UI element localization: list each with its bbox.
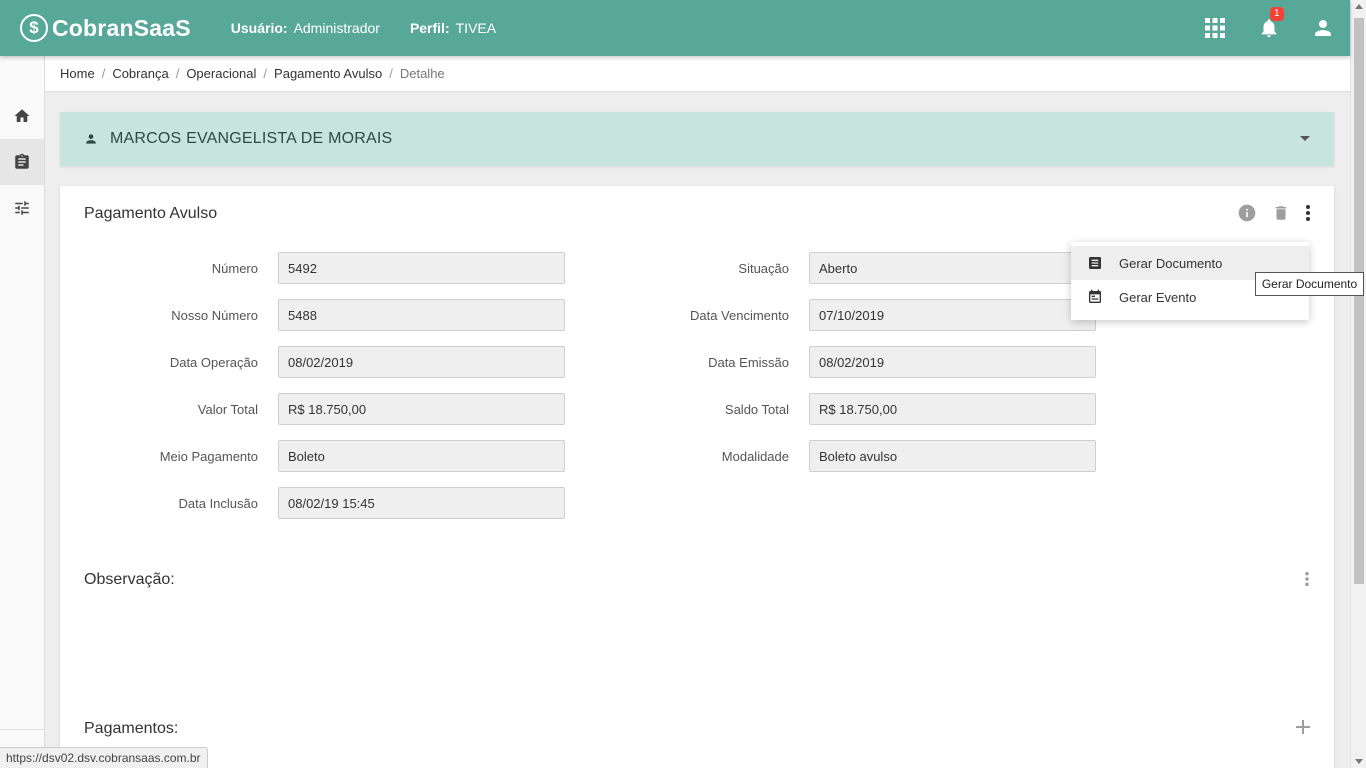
plus-icon [1296, 720, 1310, 734]
caret-down-icon[interactable] [1300, 136, 1310, 141]
field-modalidade: Modalidade Boleto avulso [587, 440, 1096, 472]
observacao-title: Observação: [84, 571, 175, 588]
sidebar-item-cobranca[interactable] [0, 139, 44, 185]
more-vert-icon [1306, 205, 1310, 221]
breadcrumb-detalhe: Detalhe [399, 66, 445, 81]
breadcrumb-separator: / [389, 66, 393, 81]
add-pagamento-button[interactable] [1296, 720, 1310, 739]
data-emissao-input[interactable]: 08/02/2019 [809, 346, 1096, 378]
field-data-vencimento: Data Vencimento 07/10/2019 [587, 299, 1096, 331]
field-valor-total: Valor Total R$ 18.750,00 [60, 393, 565, 425]
scroll-up-arrow-icon[interactable] [1355, 4, 1363, 9]
field-label: Meio Pagamento [159, 448, 258, 464]
field-label: Valor Total [197, 401, 258, 417]
more-vert-icon [1305, 571, 1309, 587]
profile-value: TIVEA [455, 20, 497, 36]
valor-total-input[interactable]: R$ 18.750,00 [278, 393, 565, 425]
field-data-emissao: Data Emissão 08/02/2019 [587, 346, 1096, 378]
breadcrumb: Home / Cobrança / Operacional / Pagament… [45, 56, 1350, 92]
pagamentos-title: Pagamentos: [84, 720, 179, 737]
info-icon [1238, 204, 1256, 222]
data-operacao-input[interactable]: 08/02/2019 [278, 346, 565, 378]
user-value: Administrador [293, 20, 380, 36]
breadcrumb-home[interactable]: Home [60, 66, 95, 81]
field-data-inclusao: Data Inclusão 08/02/19 15:45 [60, 487, 565, 519]
observacao-more-button[interactable] [1304, 571, 1310, 592]
field-label: Data Vencimento [689, 307, 789, 323]
data-vencimento-input[interactable]: 07/10/2019 [809, 299, 1096, 331]
trash-icon [1275, 206, 1287, 220]
page-scrollbar[interactable] [1350, 0, 1366, 768]
field-label: Modalidade [721, 448, 789, 464]
field-meio-pagamento: Meio Pagamento Boleto [60, 440, 565, 472]
client-expansion-panel[interactable]: MARCOS EVANGELISTA DE MORAIS [60, 112, 1334, 166]
info-button[interactable] [1230, 202, 1264, 224]
field-nosso-numero: Nosso Número 5488 [60, 299, 565, 331]
apps-button[interactable] [1188, 0, 1242, 56]
breadcrumb-separator: / [101, 66, 106, 81]
client-name: MARCOS EVANGELISTA DE MORAIS [110, 130, 393, 147]
breadcrumb-cobranca[interactable]: Cobrança [112, 66, 168, 81]
notifications-button[interactable]: 1 [1242, 0, 1296, 56]
person-icon [86, 134, 96, 144]
field-data-operacao: Data Operação 08/02/2019 [60, 346, 565, 378]
tooltip: Gerar Documento [1255, 272, 1364, 296]
breadcrumb-operacional[interactable]: Operacional [186, 66, 256, 81]
field-label: Número [211, 260, 258, 276]
field-numero: Número 5492 [60, 252, 565, 284]
profile-info: Perfil: TIVEA [410, 20, 496, 36]
scroll-down-arrow-icon[interactable] [1355, 759, 1363, 764]
sidebar-item-settings[interactable] [0, 185, 44, 231]
more-options-button[interactable] [1298, 202, 1318, 224]
scroll-thumb[interactable] [1354, 18, 1364, 584]
user-label: Usuário: [230, 20, 288, 36]
menu-item-label: Gerar Evento [1119, 289, 1197, 305]
field-situacao: Situação Aberto [587, 252, 1096, 284]
clipboard-icon [15, 153, 29, 169]
field-label: Data Emissão [708, 354, 789, 370]
field-label: Situação [738, 260, 789, 276]
apps-grid-icon [1205, 18, 1225, 38]
numero-input[interactable]: 5492 [278, 252, 565, 284]
dollar-coin-icon: $ [20, 14, 48, 42]
field-label: Nosso Número [171, 307, 258, 323]
sidebar [0, 56, 45, 768]
nosso-numero-input[interactable]: 5488 [278, 299, 565, 331]
breadcrumb-separator: / [263, 66, 268, 81]
delete-button[interactable] [1264, 202, 1298, 224]
saldo-total-input[interactable]: R$ 18.750,00 [809, 393, 1096, 425]
notification-badge: 1 [1270, 7, 1284, 21]
top-app-bar: $ CobranSaaS Usuário: Administrador Perf… [0, 0, 1350, 56]
event-icon [1089, 289, 1101, 303]
field-label: Saldo Total [724, 401, 789, 417]
user-info: Usuário: Administrador [231, 20, 380, 36]
situacao-input[interactable]: Aberto [809, 252, 1096, 284]
card-title: Pagamento Avulso [84, 205, 218, 222]
home-icon [14, 109, 30, 122]
top-icons: 1 [1188, 0, 1350, 56]
brand-logo[interactable]: $ CobranSaaS [20, 14, 191, 42]
document-icon [1089, 257, 1101, 269]
account-button[interactable] [1296, 0, 1350, 56]
sidebar-divider [0, 729, 44, 730]
profile-label: Perfil: [409, 20, 450, 36]
data-inclusao-input[interactable]: 08/02/19 15:45 [278, 487, 565, 519]
breadcrumb-separator: / [175, 66, 180, 81]
field-label: Data Operação [169, 354, 258, 370]
card-actions [1230, 202, 1318, 224]
breadcrumb-pagamento-avulso[interactable]: Pagamento Avulso [274, 66, 382, 81]
person-icon [1315, 20, 1331, 36]
sidebar-item-home[interactable] [0, 93, 44, 139]
menu-item-label: Gerar Documento [1119, 255, 1223, 271]
browser-status-url: https://dsv02.dsv.cobransaas.com.br [0, 747, 208, 768]
field-label: Data Inclusão [178, 495, 259, 511]
modalidade-input[interactable]: Boleto avulso [809, 440, 1096, 472]
tune-sliders-icon [15, 201, 29, 215]
brand-name: CobranSaaS [52, 14, 191, 41]
field-saldo-total: Saldo Total R$ 18.750,00 [587, 393, 1096, 425]
meio-pagamento-input[interactable]: Boleto [278, 440, 565, 472]
